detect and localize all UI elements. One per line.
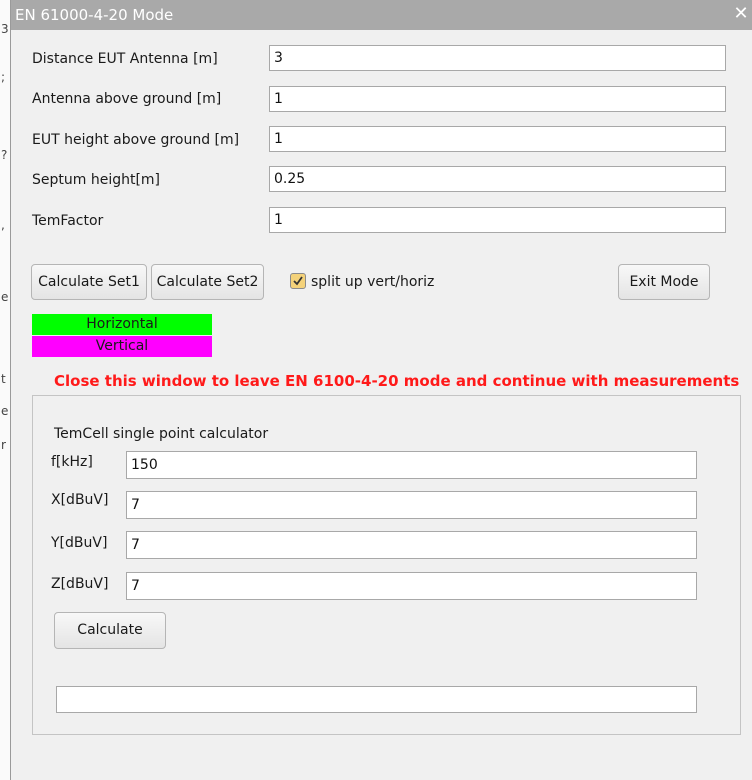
f-input[interactable] [126,451,697,479]
calculate-set2-button[interactable]: Calculate Set2 [151,264,264,300]
temfactor-label: TemFactor [32,213,104,229]
background-text: ? [1,148,8,162]
distance-input[interactable] [269,45,726,71]
z-input[interactable] [126,572,697,600]
vertical-legend: Vertical [32,336,212,357]
x-label: X[dBuV] [51,492,109,508]
calculator-title: TemCell single point calculator [54,426,269,442]
septum-height-label: Septum height[m] [32,172,161,188]
calculate-set1-button[interactable]: Calculate Set1 [31,264,147,300]
background-text: t [1,372,6,386]
background-text: 3 [1,22,9,36]
septum-height-input[interactable] [269,166,726,192]
temcell-calculator-panel [32,395,741,735]
check-icon [293,276,303,286]
background-text: ; [1,70,6,84]
background-text: e [1,290,9,304]
antenna-height-input[interactable] [269,86,726,112]
calculate-button[interactable]: Calculate [54,612,166,649]
z-label: Z[dBuV] [51,576,109,592]
antenna-height-label: Antenna above ground [m] [32,91,222,107]
close-icon[interactable]: ✕ [729,2,752,26]
background-text: , [1,218,5,232]
x-input[interactable] [126,491,697,519]
distance-label: Distance EUT Antenna [m] [32,51,218,67]
warning-message: Close this window to leave EN 6100-4-20 … [54,372,740,390]
exit-mode-button[interactable]: Exit Mode [618,264,710,300]
horizontal-legend: Horizontal [32,314,212,335]
eut-height-label: EUT height above ground [m] [32,132,240,148]
split-checkbox[interactable] [290,273,306,289]
y-input[interactable] [126,531,697,559]
y-label: Y[dBuV] [51,535,108,551]
window-title: EN 61000-4-20 Mode [15,6,174,24]
mode-dialog: EN 61000-4-20 Mode ✕ Distance EUT Antenn… [10,0,752,780]
eut-height-input[interactable] [269,126,726,152]
title-bar[interactable]: EN 61000-4-20 Mode ✕ [11,0,752,30]
background-text: e [1,404,9,418]
background-text: r [1,438,6,452]
temfactor-input[interactable] [269,207,726,233]
f-label: f[kHz] [51,454,93,470]
result-output[interactable] [56,686,697,713]
split-checkbox-label[interactable]: split up vert/horiz [311,274,434,290]
